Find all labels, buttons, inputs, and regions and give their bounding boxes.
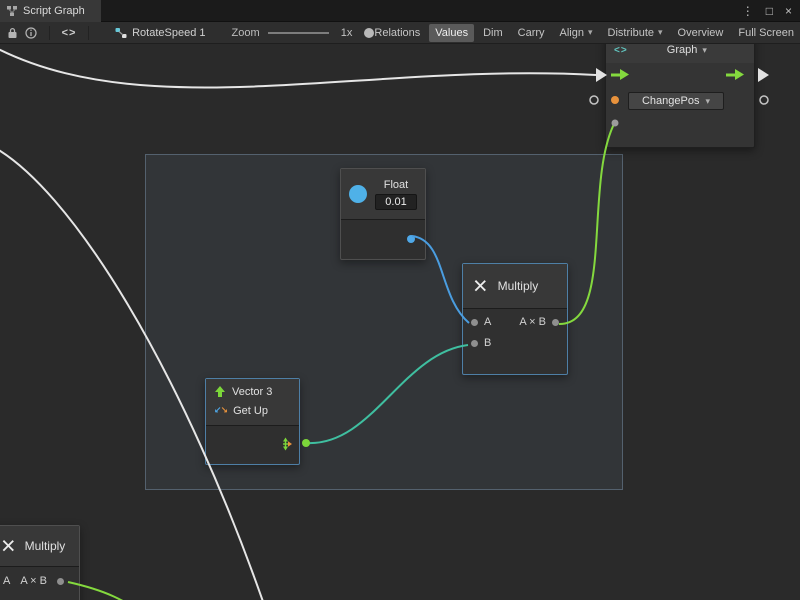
toolbar-separator	[49, 26, 50, 40]
code-view-button[interactable]: <>	[62, 27, 77, 39]
node-vector3-getup[interactable]: Vector 3 ↙↘ Get Up	[205, 378, 300, 465]
node-graph-header: <> Graph ▾	[606, 44, 754, 63]
node-graph-extra-row	[606, 113, 754, 135]
multiply-input-a-label: A	[484, 316, 491, 328]
unconnected-port-left[interactable]	[590, 96, 598, 104]
multiply-input-b-label: B	[484, 337, 491, 349]
multiply-input-b-port[interactable]	[471, 340, 478, 347]
graph-breadcrumb-label: RotateSpeed 1	[132, 27, 205, 39]
window-maximize-icon[interactable]: □	[766, 5, 773, 17]
tool-button-overview[interactable]: Overview	[672, 24, 730, 42]
float-value-field[interactable]: 0.01	[375, 194, 416, 210]
node-float-header: Float 0.01	[341, 169, 425, 219]
node-vector3-body	[206, 426, 299, 462]
wire-white-top[interactable]	[0, 44, 596, 87]
flow-output-triangle[interactable]	[758, 68, 769, 82]
tool-button-dim[interactable]: Dim	[477, 24, 509, 42]
node-vector3-title: Vector 3	[232, 386, 272, 398]
chevron-down-icon: ▾	[588, 27, 593, 38]
multiply-output-label: A × B	[519, 316, 546, 328]
tool-button-align[interactable]: Align▾	[554, 24, 599, 42]
graph-canvas[interactable]: Float 0.01 × Multiply A A × B B	[0, 44, 800, 600]
window-titlebar: Script Graph ⋮ □ ×	[0, 0, 800, 22]
zoom-value: 1x	[341, 27, 353, 39]
getup-arrows-icon: ↙↘	[214, 405, 227, 416]
script-graph-icon	[6, 5, 18, 17]
node-multiply-partial[interactable]: × Multiply A A × B	[0, 525, 80, 600]
node-multiply-partial-title: Multiply	[25, 539, 66, 553]
vector3-up-arrow-icon	[214, 385, 226, 398]
graph-asset-icon	[115, 27, 127, 39]
node-multiply[interactable]: × Multiply A A × B B	[462, 263, 568, 375]
multiply2-output-port[interactable]	[57, 578, 64, 585]
toolbar-separator	[88, 26, 89, 40]
float-type-icon	[349, 185, 367, 203]
code-brackets-icon: <>	[614, 45, 628, 56]
graph-header-dropdown[interactable]: Graph ▾	[628, 44, 746, 56]
multiply-icon: ×	[473, 274, 488, 299]
window-tab[interactable]: Script Graph	[0, 0, 101, 22]
multiply-output-port[interactable]	[552, 319, 559, 326]
zoom-slider[interactable]	[268, 26, 337, 40]
chevron-down-icon: ▾	[705, 96, 710, 107]
zoom-slider-track	[268, 32, 329, 34]
unconnected-port-right[interactable]	[760, 96, 768, 104]
info-icon[interactable]	[25, 27, 37, 39]
node-graph-flow-row	[606, 63, 754, 89]
wire-multiply2-out[interactable]	[68, 582, 148, 600]
tool-button-fullscreen[interactable]: Full Screen	[732, 24, 800, 42]
node-multiply-title: Multiply	[498, 279, 539, 293]
float-output-port[interactable]	[407, 235, 415, 243]
chevron-down-icon: ▾	[658, 27, 663, 38]
tool-button-distribute[interactable]: Distribute▾	[602, 24, 669, 42]
zoom-label: Zoom	[232, 27, 260, 39]
multiply2-output-label: A × B	[20, 575, 47, 587]
node-multiply-partial-header: × Multiply	[0, 526, 79, 566]
node-vector3-header: Vector 3 ↙↘ Get Up	[206, 379, 299, 425]
node-float[interactable]: Float 0.01	[340, 168, 426, 260]
node-float-body	[341, 220, 425, 258]
multiply-icon: ×	[1, 534, 16, 559]
tool-button-values[interactable]: Values	[429, 24, 474, 42]
tool-button-carry[interactable]: Carry	[512, 24, 551, 42]
window-title: Script Graph	[23, 5, 85, 17]
window-menu-icon[interactable]: ⋮	[742, 5, 754, 17]
node-vector3-subtitle: Get Up	[233, 405, 268, 417]
graph-toolbar: <> RotateSpeed 1 Zoom 1x Relations Value…	[0, 22, 800, 44]
lock-icon[interactable]	[7, 27, 18, 39]
vector3-output-port[interactable]	[279, 438, 292, 451]
graph-breadcrumb[interactable]: RotateSpeed 1	[115, 27, 205, 39]
node-float-title: Float	[384, 179, 408, 191]
toolbar-buttons: Relations Values Dim Carry Align▾ Distri…	[368, 24, 800, 42]
zoom-slider-handle[interactable]	[364, 28, 374, 38]
multiply-input-a-port[interactable]	[471, 319, 478, 326]
node-graph-event[interactable]: <> Graph ▾ ChangePos ▾	[605, 44, 755, 148]
multiply2-input-a-label: A	[3, 575, 10, 587]
window-close-icon[interactable]: ×	[785, 5, 792, 17]
node-multiply-header: × Multiply	[463, 264, 567, 308]
changepos-dropdown[interactable]: ChangePos ▾	[628, 92, 724, 110]
chevron-down-icon: ▾	[702, 45, 707, 56]
node-graph-value-row: ChangePos ▾	[606, 89, 754, 113]
tool-button-relations[interactable]: Relations	[368, 24, 426, 42]
